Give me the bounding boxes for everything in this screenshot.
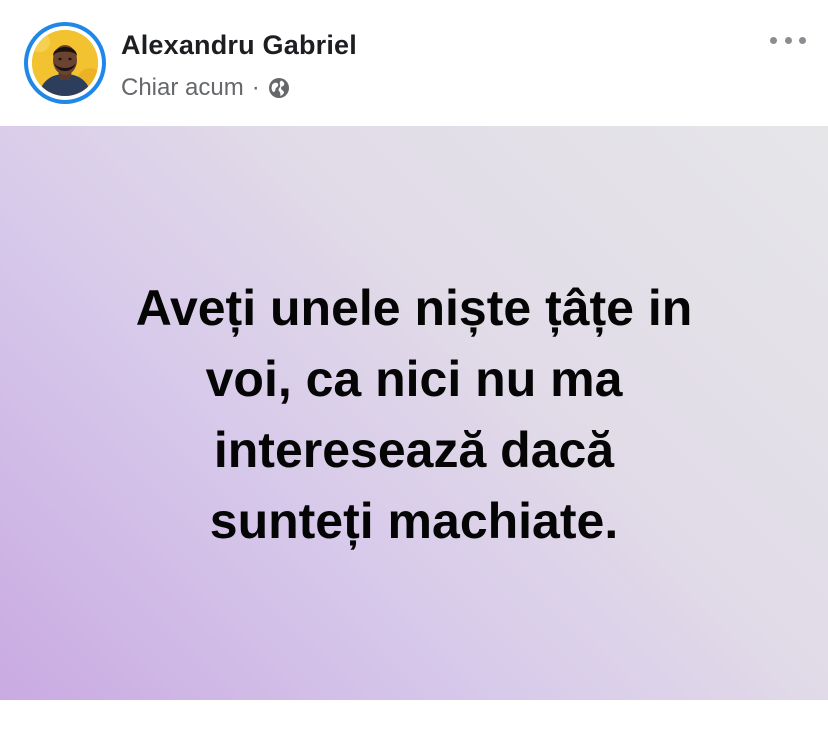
avatar-image bbox=[32, 30, 98, 96]
avatar-portrait-icon bbox=[32, 30, 98, 96]
avatar-border bbox=[28, 26, 102, 100]
post-text-line: voi, ca nici nu ma bbox=[205, 351, 623, 407]
timestamp[interactable]: Chiar acum bbox=[121, 74, 244, 102]
post-header: Alexandru Gabriel Chiar acum · bbox=[0, 0, 828, 126]
meta-separator: · bbox=[251, 74, 260, 101]
post-text-line: interesează dacă bbox=[213, 422, 615, 478]
post-footer bbox=[0, 700, 828, 738]
more-options-button[interactable] bbox=[770, 30, 806, 50]
profile-avatar[interactable] bbox=[24, 22, 106, 104]
post-text-line: Aveți unele niște țâțe in bbox=[135, 280, 693, 336]
more-dot-icon bbox=[770, 36, 777, 44]
post-text-line: sunteți machiate. bbox=[209, 493, 619, 549]
more-dot-icon bbox=[799, 36, 806, 44]
post-text: Aveți unele niște țâțe in voi, ca nici n… bbox=[54, 273, 774, 557]
post-card: Alexandru Gabriel Chiar acum · Aveți une… bbox=[0, 0, 828, 738]
post-meta: Chiar acum · bbox=[121, 74, 290, 102]
author-name[interactable]: Alexandru Gabriel bbox=[121, 30, 357, 61]
more-dot-icon bbox=[784, 36, 792, 44]
globe-icon[interactable] bbox=[268, 77, 290, 99]
post-background[interactable]: Aveți unele niște țâțe in voi, ca nici n… bbox=[0, 126, 828, 700]
